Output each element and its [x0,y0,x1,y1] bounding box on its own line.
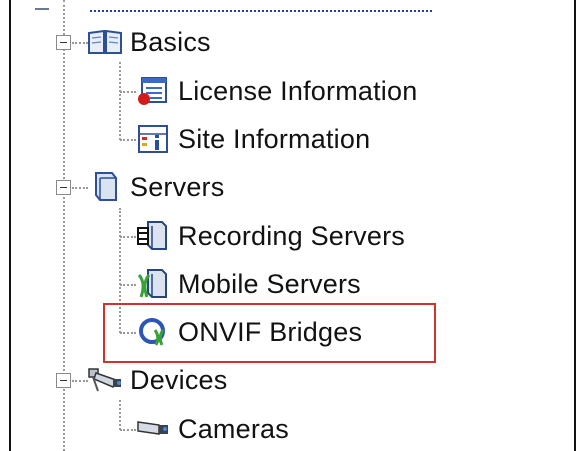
tree-node-label: Devices [130,364,228,395]
tree-node-label: Basics [130,26,211,57]
license-info-icon [134,74,172,108]
tree-top-connector [35,0,49,10]
devices-cctv-icon [86,363,124,397]
tree-node-label: Mobile Servers [178,268,361,299]
camera-icon [134,412,172,446]
tree-node-site-information[interactable]: Site Information [134,122,370,156]
tree-node-label: Servers [130,171,225,202]
tree-node-license-information[interactable]: License Information [134,74,417,108]
devices-children-line [119,400,121,430]
open-book-icon [86,25,124,59]
tree-node-label: Site Information [178,123,371,154]
tree-node-basics[interactable]: Basics [86,25,211,59]
site-info-icon [134,122,172,156]
mobile-server-icon [134,267,172,301]
tree-node-servers[interactable]: Servers [86,170,224,204]
recording-server-icon [134,219,172,253]
basics-collapse-toggle[interactable] [56,35,71,50]
selected-item-focus-edge [90,10,432,16]
devices-collapse-toggle[interactable] [56,373,71,388]
tree-node-mobile-servers[interactable]: Mobile Servers [134,267,361,301]
servers-collapse-toggle[interactable] [56,180,71,195]
basics-children-line [119,62,121,140]
tree-node-devices[interactable]: Devices [86,363,227,397]
tree-node-cameras[interactable]: Cameras [134,412,289,446]
onvif-bridges-highlight-box [103,303,436,363]
tree-node-label: Cameras [178,413,289,444]
tree-node-label: Recording Servers [178,220,405,251]
tree-node-recording-servers[interactable]: Recording Servers [134,219,405,253]
server-group-icon [86,170,124,204]
tree-node-label: License Information [178,75,418,106]
